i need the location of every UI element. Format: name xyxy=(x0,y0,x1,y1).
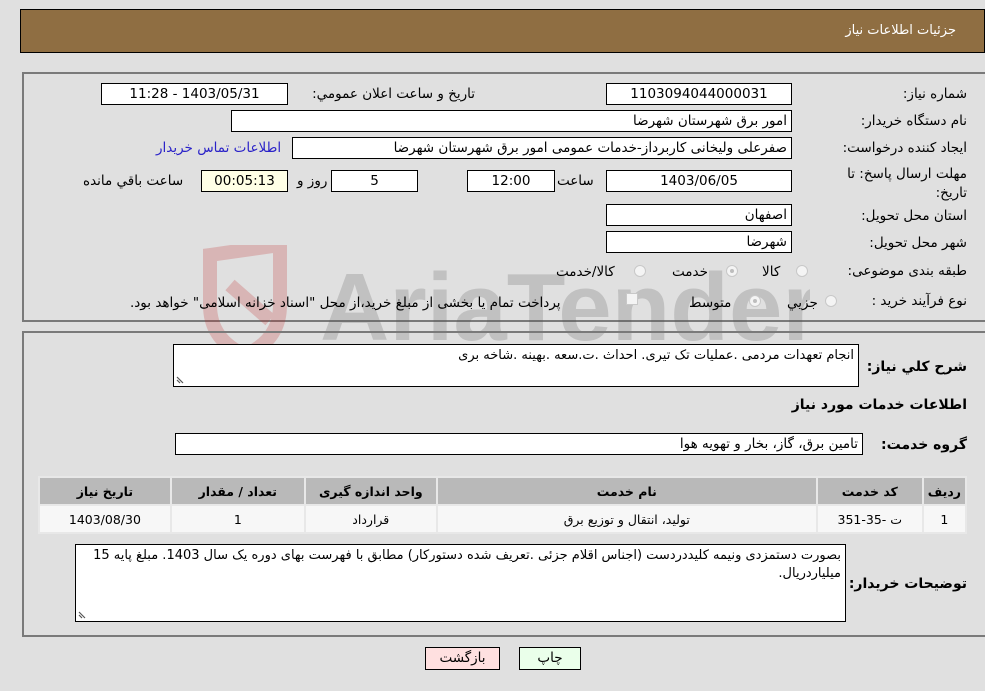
summary-textarea[interactable]: انجام تعهدات مردمی .عملیات تک تیری. احدا… xyxy=(173,344,859,387)
category-option-goods-service: کالا/خدمت xyxy=(556,264,615,280)
cell-row-number: 1 xyxy=(923,506,965,532)
city-field[interactable]: شهرضا xyxy=(606,231,792,253)
buyer-org-field[interactable]: امور برق شهرستان شهرضا xyxy=(231,110,792,132)
deadline-label: مهلت ارسال پاسخ: تا تاریخ: xyxy=(847,166,967,201)
city-label: شهر محل تحویل: xyxy=(869,235,967,251)
col-header-need-date: تاریخ نیاز xyxy=(40,478,170,504)
page-title: جزئیات اطلاعات نیاز xyxy=(845,23,956,38)
print-button[interactable]: چاپ xyxy=(519,647,581,670)
back-button[interactable]: بازگشت xyxy=(425,647,500,670)
cell-need-date: 1403/08/30 xyxy=(40,506,170,532)
col-header-service-code: کد خدمت xyxy=(817,478,922,504)
deadline-time-field[interactable]: 12:00 xyxy=(467,170,555,192)
days-remaining-field[interactable]: 5 xyxy=(331,170,418,192)
time-remaining-label: ساعت باقي مانده xyxy=(83,173,184,189)
col-header-service-name: نام خدمت xyxy=(437,478,816,504)
time-remaining-field: 00:05:13 xyxy=(201,170,288,192)
summary-label: شرح كلي نياز: xyxy=(866,359,967,375)
services-section-title: اطلاعات خدمات مورد نیاز xyxy=(791,397,967,413)
purchase-type-option-minor: جزيي xyxy=(787,295,818,311)
deadline-time-label: ساعت xyxy=(557,173,594,189)
days-label: روز و xyxy=(297,173,328,189)
buyer-notes-text: بصورت دستمزدی ونیمه کلیددردست (اجناس اقل… xyxy=(93,548,841,581)
requester-label: ایجاد کننده درخواست: xyxy=(842,140,967,156)
purchase-type-radio-medium[interactable] xyxy=(749,295,761,307)
announce-datetime-label: تاریخ و ساعت اعلان عمومي: xyxy=(312,86,475,102)
buyer-notes-label: توضیحات خریدار: xyxy=(848,576,967,592)
service-group-field[interactable]: تامین برق، گاز، بخار و تهویه هوا xyxy=(175,433,863,455)
buyer-org-label: نام دستگاه خريدار: xyxy=(860,113,967,129)
announce-datetime-field[interactable]: 1403/05/31 - 11:28 xyxy=(101,83,288,105)
table-row: 1 ت -35-351 تولید، انتقال و توزیع برق قر… xyxy=(40,506,965,532)
cell-service-code: ت -35-351 xyxy=(817,506,922,532)
purchase-type-option-medium: متوسط xyxy=(689,295,732,311)
need-number-field[interactable]: 1103094044000031 xyxy=(606,83,792,105)
summary-text: انجام تعهدات مردمی .عملیات تک تیری. احدا… xyxy=(458,348,854,363)
treasury-checkbox-label: پرداخت تمام یا بخشی از مبلغ خرید،از محل … xyxy=(130,295,561,311)
deadline-date-field[interactable]: 1403/06/05 xyxy=(606,170,792,192)
purchase-type-label: نوع فرآیند خرید : xyxy=(871,293,967,309)
cell-quantity: 1 xyxy=(171,506,304,532)
cell-unit: قرارداد xyxy=(305,506,436,532)
cell-service-name: تولید، انتقال و توزیع برق xyxy=(437,506,816,532)
table-header-row: ردیف کد خدمت نام خدمت واحد اندازه گیری ت… xyxy=(40,478,965,504)
province-label: استان محل تحویل: xyxy=(861,208,967,224)
category-option-goods: کالا xyxy=(762,264,781,280)
resize-grip-icon[interactable] xyxy=(78,611,86,619)
service-group-label: گروه خدمت: xyxy=(881,437,967,453)
category-label: طبقه بندی موضوعی: xyxy=(847,263,967,279)
col-header-quantity: تعداد / مقدار xyxy=(171,478,304,504)
purchase-type-radio-minor[interactable] xyxy=(825,295,837,307)
buyer-notes-textarea[interactable]: بصورت دستمزدی ونیمه کلیددردست (اجناس اقل… xyxy=(75,544,846,622)
page-header: جزئیات اطلاعات نیاز xyxy=(20,9,985,53)
requester-field[interactable]: صفرعلی ولیخانی کاربرداز-خدمات عمومی امور… xyxy=(292,137,792,159)
resize-grip-icon[interactable] xyxy=(176,376,184,384)
need-number-label: شماره نیاز: xyxy=(902,86,967,102)
treasury-checkbox[interactable] xyxy=(626,293,638,305)
category-radio-service[interactable] xyxy=(726,265,738,277)
col-header-row-number: ردیف xyxy=(923,478,965,504)
col-header-unit: واحد اندازه گیری xyxy=(305,478,436,504)
category-radio-goods-service[interactable] xyxy=(634,265,646,277)
province-field[interactable]: اصفهان xyxy=(606,204,792,226)
category-radio-goods[interactable] xyxy=(796,265,808,277)
category-option-service: خدمت xyxy=(672,264,708,280)
services-table: ردیف کد خدمت نام خدمت واحد اندازه گیری ت… xyxy=(38,476,967,534)
buyer-contact-link[interactable]: اطلاعات تماس خريدار xyxy=(156,140,281,156)
